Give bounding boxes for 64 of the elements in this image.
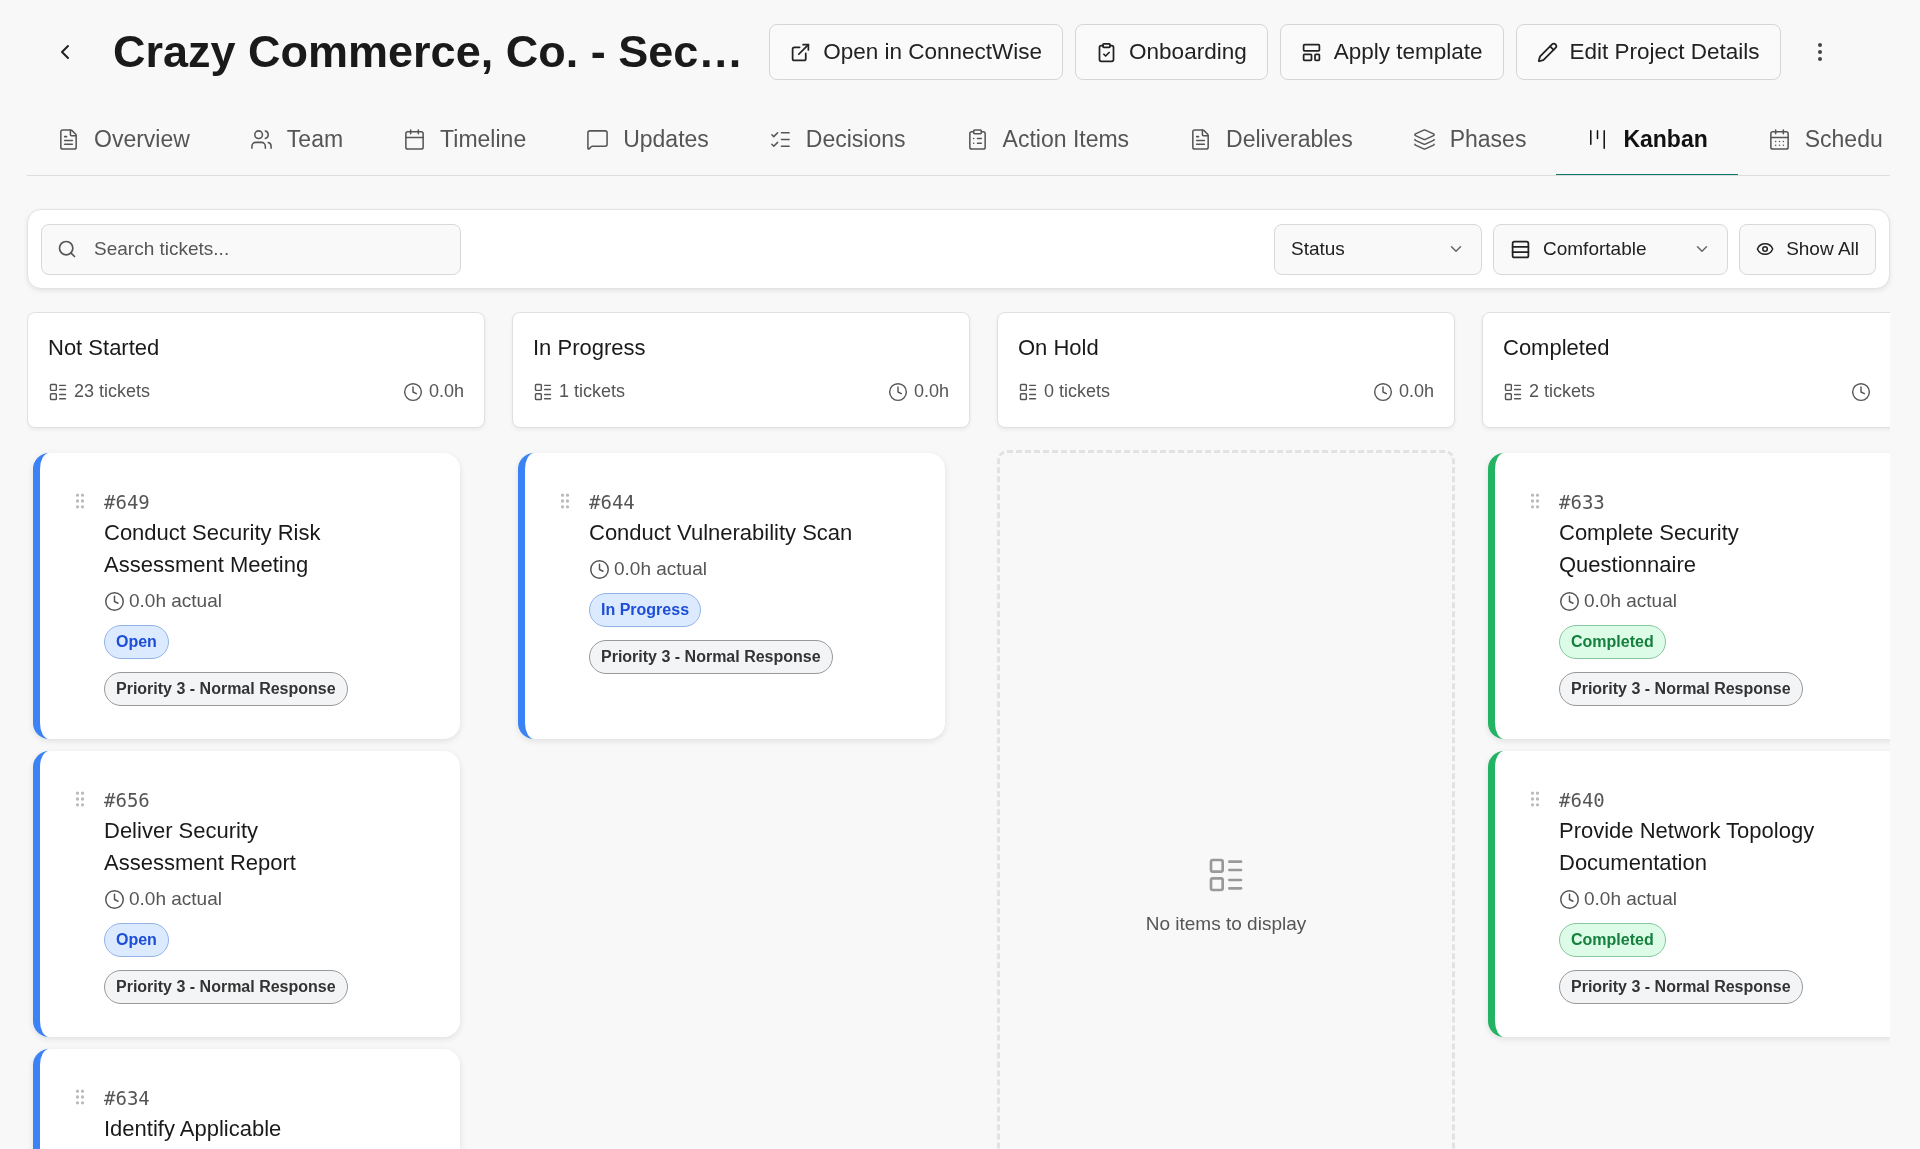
ticket-title: Deliver Security Assessment Report [104, 817, 297, 877]
ticket-count: 2 tickets [1529, 381, 1596, 402]
column-title: On Hold [1018, 335, 1100, 361]
status-dropdown[interactable]: Status [1274, 223, 1482, 275]
ticket-number: #644 [589, 490, 635, 515]
ticket-title: Complete Security Questionnaire [1559, 519, 1740, 579]
nav-tab[interactable]: Timeline [373, 104, 557, 175]
ticket-count: 0 tickets [1044, 381, 1111, 402]
column-hours: 0.0h [913, 381, 949, 402]
show-all-button[interactable]: Show All [1739, 223, 1876, 275]
ticket-hours: 0.0h actual [1584, 590, 1677, 612]
search-field[interactable]: Search tickets... [41, 223, 461, 275]
nav-tab[interactable]: Team [219, 104, 374, 175]
nav-tab[interactable]: Action Items [935, 104, 1160, 175]
header-action-button[interactable]: Onboarding [1075, 24, 1268, 80]
nav-tab[interactable]: Overview [27, 104, 220, 175]
priority-badge: Priority 3 - Normal Response [104, 672, 348, 706]
ticket-card[interactable]: #656 Deliver Security Assessment Report 0.0h actual Open Priority 3 - Normal Response [33, 751, 460, 1037]
empty-message: No items to display [1145, 913, 1307, 935]
density-dropdown[interactable]: Comfortable [1493, 223, 1728, 275]
ticket-card[interactable]: #644 Conduct Vulnerability Scan 0.0h actual In Progress Priority 3 - Normal Response [518, 453, 945, 739]
nav-tab[interactable]: Phases [1382, 104, 1557, 175]
ticket-number: #656 [104, 788, 150, 813]
column-title: Completed [1503, 335, 1611, 361]
priority-badge: Priority 3 - Normal Response [589, 640, 833, 674]
ticket-hours: 0.0h actual [129, 590, 222, 612]
ticket-count: 23 tickets [74, 381, 151, 402]
column-hours: 0.0h [428, 381, 464, 402]
ticket-title: Conduct Vulnerability Scan [589, 519, 853, 547]
column-hours: 0.0h [1398, 381, 1434, 402]
project-title: Crazy Commerce, Co. - Sec… [113, 26, 744, 78]
status-badge: Open [104, 923, 169, 957]
header-action-button[interactable]: Open in ConnectWise [769, 24, 1064, 80]
ticket-hours: 0.0h actual [1584, 888, 1677, 910]
ticket-card[interactable]: #634 Identify Applicable [33, 1049, 460, 1149]
ticket-number: #633 [1559, 490, 1605, 515]
ticket-card[interactable]: #649 Conduct Security Risk Assessment Meeting 0.0h actual Open Priority 3 - Normal Response [33, 453, 460, 739]
ticket-card[interactable]: #640 Provide Network Topology Documentation 0.0h actual Completed Priority 3 - Normal Response [1488, 751, 1890, 1037]
ticket-title: Provide Network Topology Documentation [1559, 817, 1816, 877]
header-action-button[interactable]: Edit Project Details [1515, 24, 1781, 80]
ticket-number: #634 [104, 1086, 150, 1111]
priority-badge: Priority 3 - Normal Response [1559, 970, 1803, 1004]
ticket-count: 1 tickets [559, 381, 626, 402]
status-badge: Completed [1559, 923, 1666, 957]
nav-tab[interactable]: Deliverables [1159, 104, 1383, 175]
status-badge: Open [104, 625, 169, 659]
priority-badge: Priority 3 - Normal Response [104, 970, 348, 1004]
ticket-card[interactable]: #633 Complete Security Questionnaire 0.0h actual Completed Priority 3 - Normal Response [1488, 453, 1890, 739]
ticket-hours: 0.0h actual [129, 888, 222, 910]
header-action-button[interactable]: Apply template [1279, 24, 1504, 80]
status-badge: Completed [1559, 625, 1666, 659]
ticket-number: #649 [104, 490, 150, 515]
column-title: In Progress [533, 335, 647, 361]
ticket-hours: 0.0h actual [614, 558, 707, 580]
ticket-title: Conduct Security Risk Assessment Meeting [104, 519, 322, 579]
nav-tab[interactable]: Kanban [1556, 104, 1738, 175]
priority-badge: Priority 3 - Normal Response [1559, 672, 1803, 706]
nav-tab[interactable]: Decisions [738, 104, 936, 175]
column-title: Not Started [48, 335, 161, 361]
ticket-number: #640 [1559, 788, 1605, 813]
status-badge: In Progress [589, 593, 702, 627]
nav-tab[interactable]: Schedu [1737, 104, 1883, 175]
ticket-title: Identify Applicable [104, 1115, 282, 1143]
nav-tab[interactable]: Updates [556, 104, 739, 175]
